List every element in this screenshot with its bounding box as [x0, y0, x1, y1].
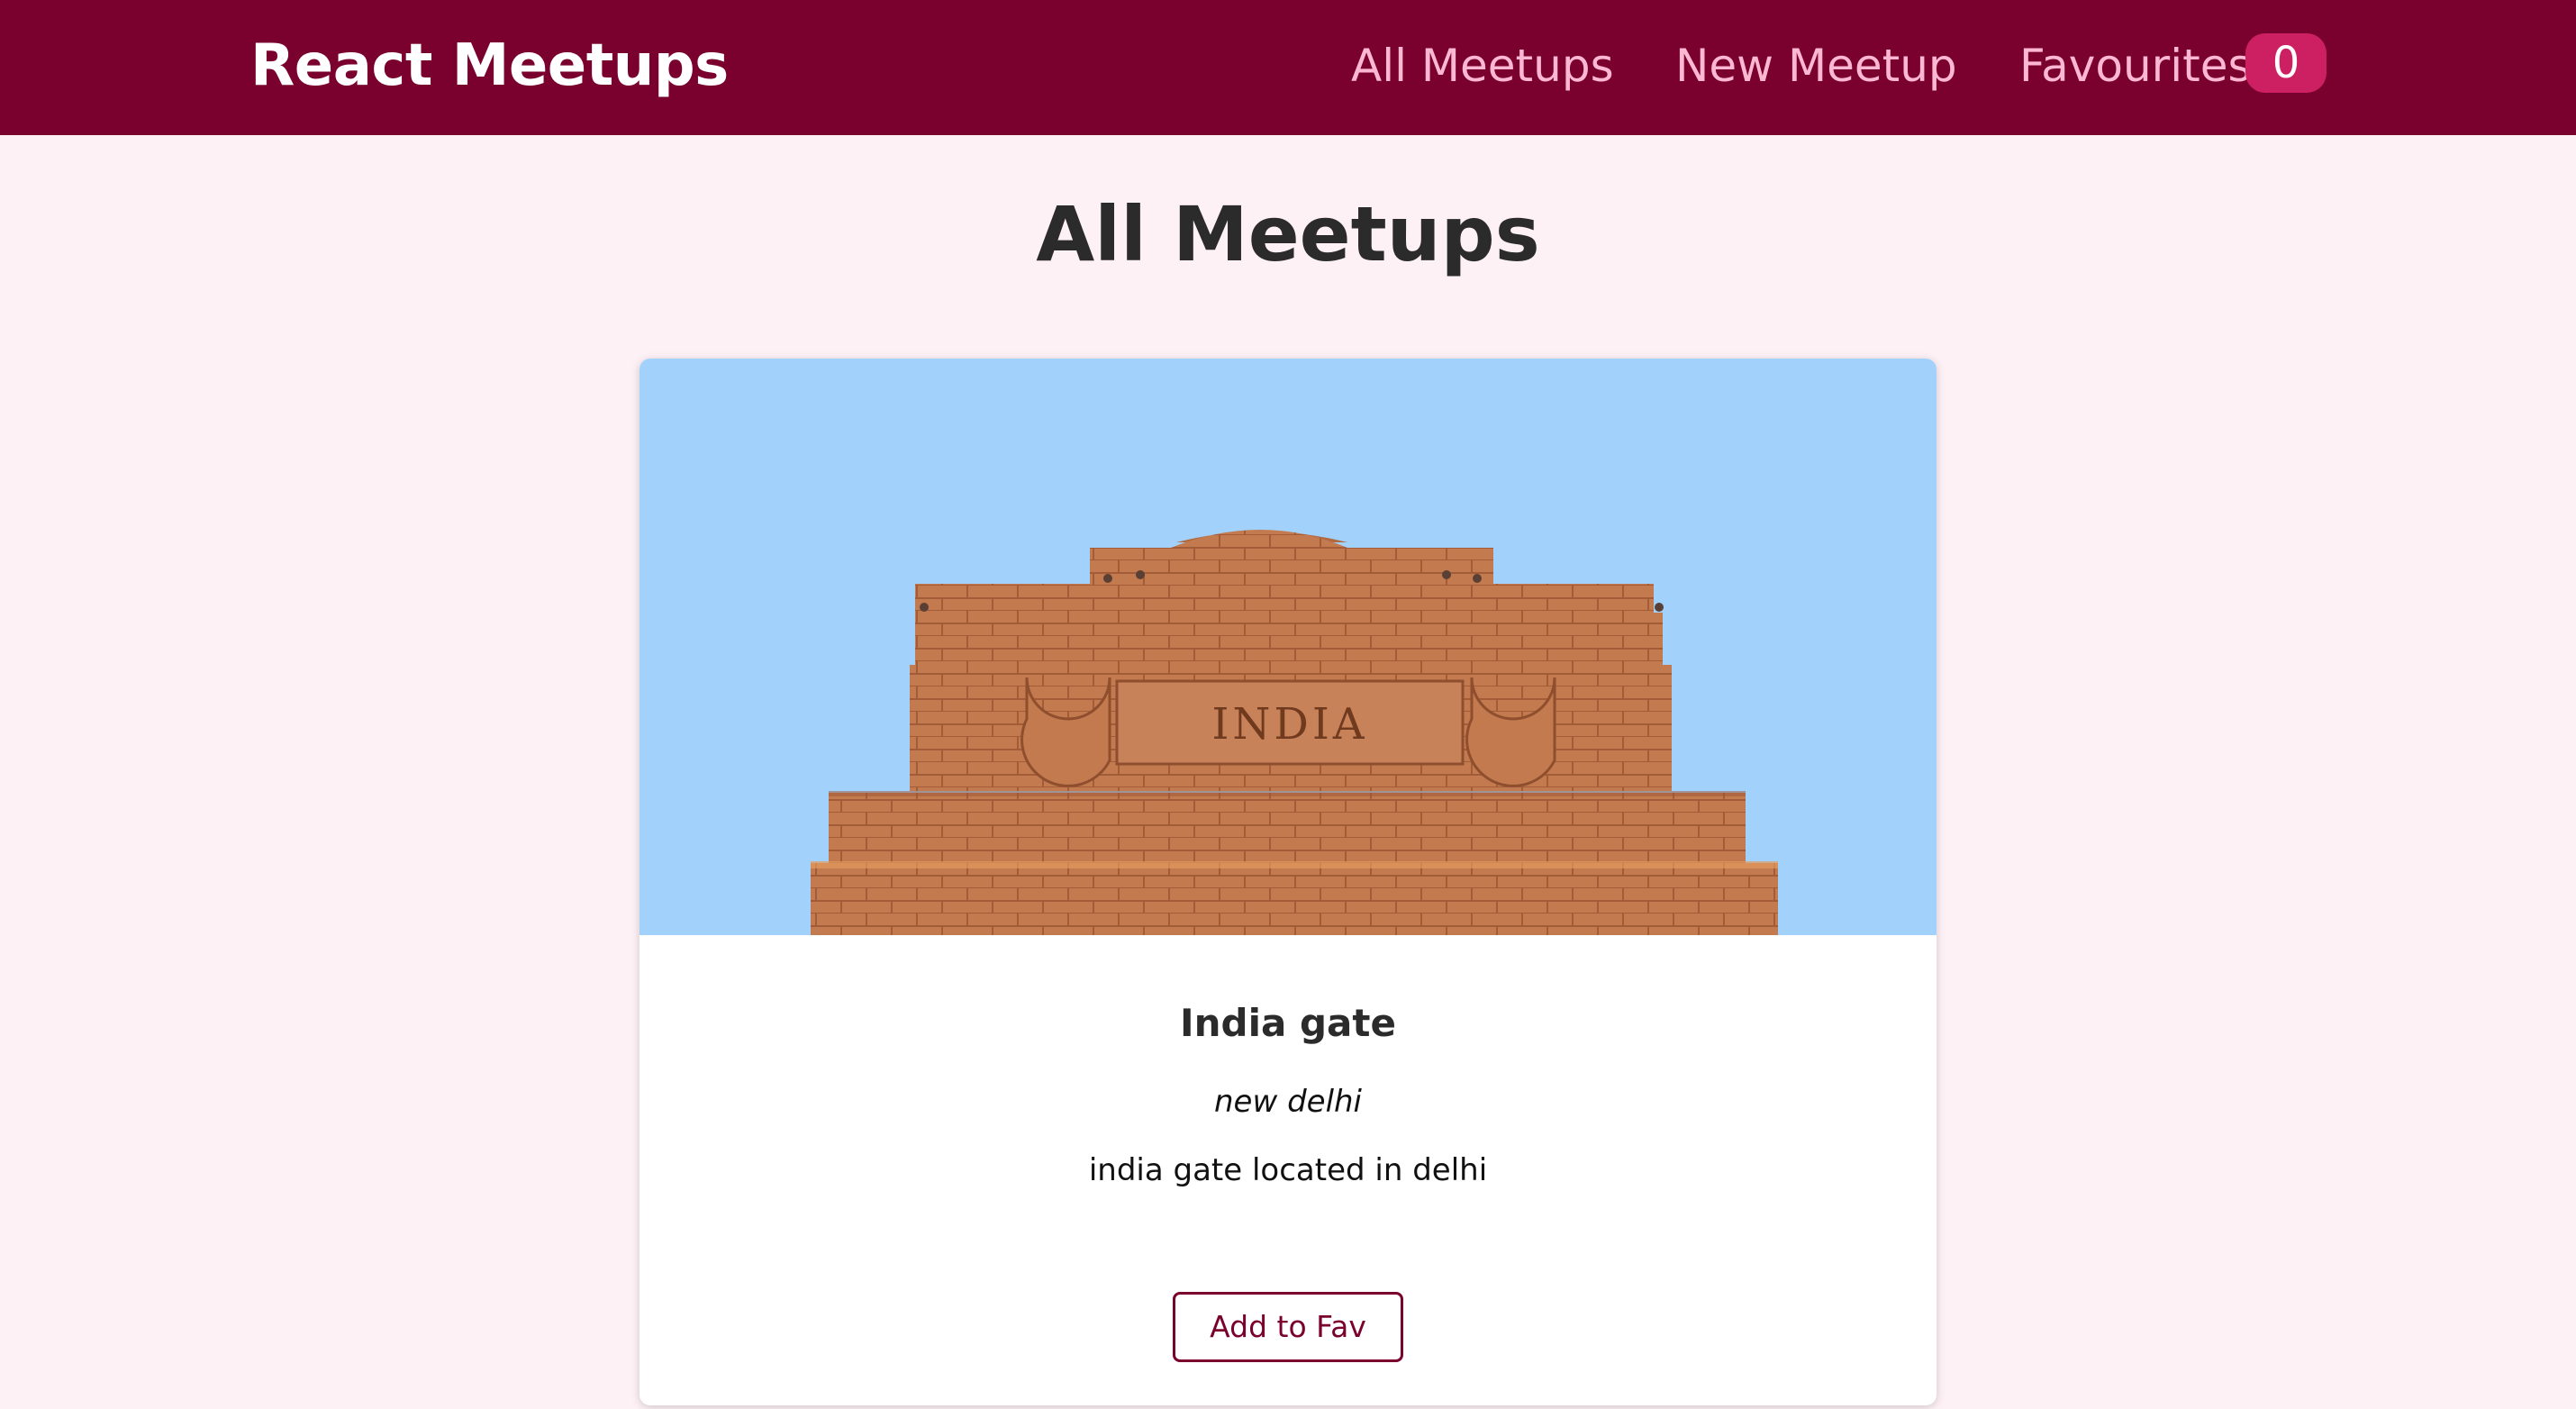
nav-link-all-meetups[interactable]: All Meetups — [1351, 0, 1614, 135]
page-title: All Meetups — [1036, 190, 1540, 278]
meetup-description: india gate located in delhi — [1088, 1152, 1488, 1188]
meetup-image: INDIA — [639, 359, 1937, 935]
meetup-card: INDIA India gate new delhi india gate lo… — [639, 359, 1937, 1405]
monument-inscription: INDIA — [1211, 699, 1367, 750]
favourites-count-badge[interactable]: 0 — [2245, 33, 2327, 93]
add-to-fav-button[interactable]: Add to Fav — [1173, 1292, 1403, 1362]
meetup-title: India gate — [1180, 1001, 1396, 1045]
site-logo[interactable]: React Meetups — [250, 0, 729, 135]
nav-link-favourites[interactable]: Favourites — [2019, 0, 2252, 135]
site-header: React Meetups All Meetups New Meetup Fav… — [0, 0, 2576, 135]
meetup-address: new delhi — [1213, 1084, 1363, 1120]
nav-link-new-meetup[interactable]: New Meetup — [1675, 0, 1957, 135]
